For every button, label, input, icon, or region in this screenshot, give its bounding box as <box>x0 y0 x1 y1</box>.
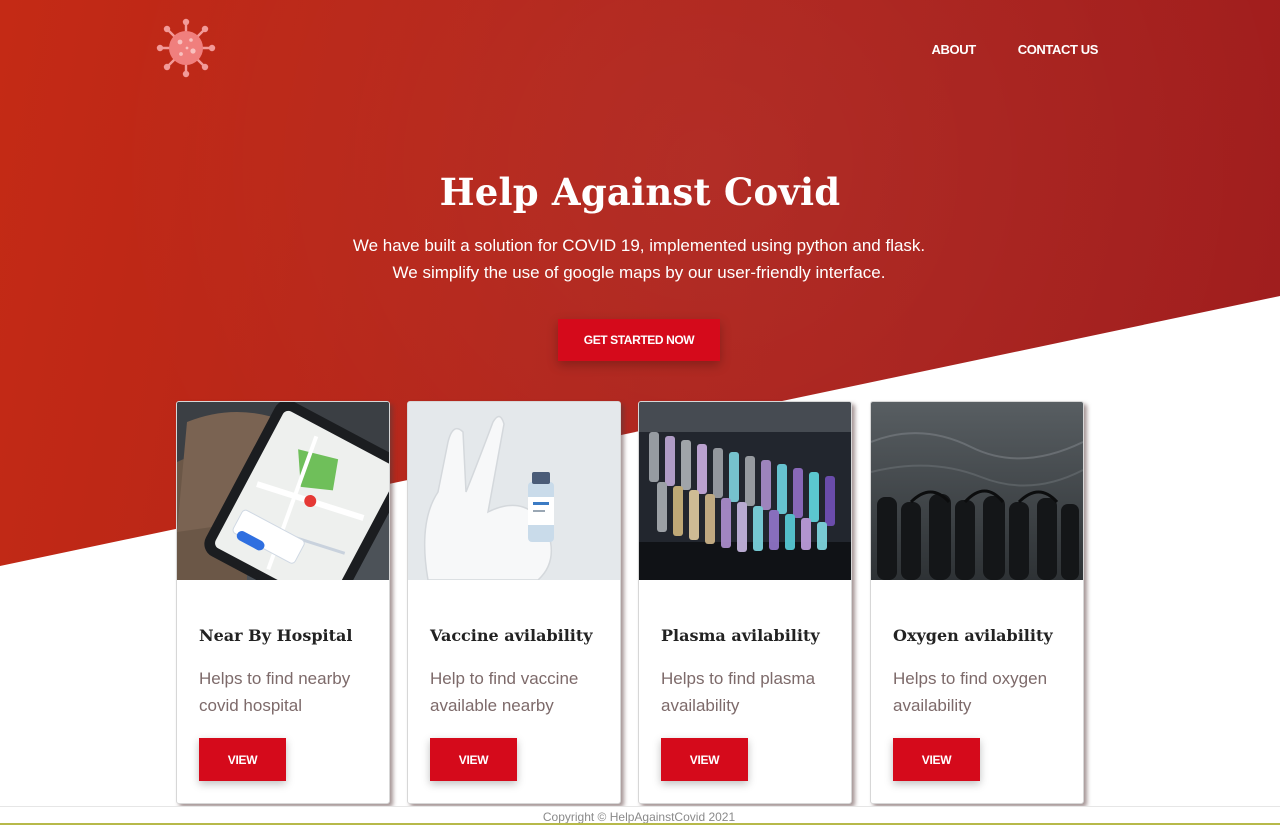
hero-subtitle: We have built a solution for COVID 19, i… <box>0 232 1278 286</box>
vaccine-vial-image <box>408 402 620 580</box>
footer: Copyright © HelpAgainstCovid 2021 <box>0 806 1280 826</box>
card-description: Helps to find nearby covid hospital <box>199 669 351 715</box>
card-oxygen: Oxygen avilability Helps to find oxygen … <box>870 401 1084 804</box>
get-started-button[interactable]: GET STARTED NOW <box>558 319 720 361</box>
hero-title: Help Against Covid <box>439 170 841 214</box>
card-plasma: Plasma avilability Helps to find plasma … <box>638 401 852 804</box>
card-description: Helps to find plasma availability <box>661 669 816 715</box>
card-title: Near By Hospital <box>199 626 353 645</box>
service-cards: Near By Hospital Helps to find nearby co… <box>176 401 1086 805</box>
oxygen-tanks-image <box>871 402 1083 580</box>
card-description: Helps to find oxygen availability <box>893 669 1048 715</box>
card-title: Oxygen avilability <box>893 626 1053 645</box>
view-hospital-button[interactable]: VIEW <box>199 738 286 781</box>
hero-subtitle-line-1: We have built a solution for COVID 19, i… <box>352 236 926 255</box>
virus-logo-icon[interactable] <box>156 18 216 78</box>
nav-about-link[interactable]: ABOUT <box>932 42 977 57</box>
card-title: Plasma avilability <box>661 626 820 645</box>
top-nav: ABOUT CONTACT US <box>932 42 1099 57</box>
footer-divider <box>0 823 1280 825</box>
card-title: Vaccine avilability <box>430 626 593 645</box>
card-nearby-hospital: Near By Hospital Helps to find nearby co… <box>176 401 390 804</box>
copyright-text: Copyright © HelpAgainstCovid 2021 <box>542 810 736 824</box>
card-vaccine: Vaccine avilability Help to find vaccine… <box>407 401 621 804</box>
hero-subtitle-line-2: We simplify the use of google maps by ou… <box>392 263 886 282</box>
nav-contact-link[interactable]: CONTACT US <box>1018 42 1099 57</box>
view-oxygen-button[interactable]: VIEW <box>893 738 980 781</box>
view-plasma-button[interactable]: VIEW <box>661 738 748 781</box>
blood-tubes-image <box>639 402 851 580</box>
view-vaccine-button[interactable]: VIEW <box>430 738 517 781</box>
phone-map-image <box>177 402 389 580</box>
card-description: Help to find vaccine available nearby <box>430 669 579 715</box>
